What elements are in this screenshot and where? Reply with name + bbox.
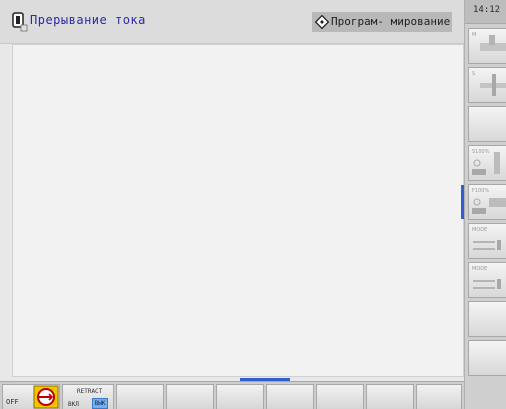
sidebar-button-m[interactable]: M <box>468 28 506 64</box>
main-work-area <box>12 44 464 377</box>
sidebar-button-feed-override[interactable]: F100% <box>468 184 506 220</box>
sidebar-button-mode-2[interactable]: MODE <box>468 262 506 298</box>
program-mode[interactable]: Програм- мирование <box>312 12 452 32</box>
clock: 14:12 <box>465 0 506 24</box>
softkey-on-label: ВКЛ <box>68 401 79 408</box>
softkey-retract-label: RETRACT <box>77 388 103 395</box>
operating-mode: Прерывание тока <box>0 0 312 44</box>
softkey-7[interactable] <box>316 384 364 409</box>
sidebar-button-3[interactable] <box>468 106 506 142</box>
spindle-s-icon <box>480 74 506 96</box>
right-sidebar: 14:12 M S S100% F100% MODE MODE <box>464 0 506 409</box>
softkey-retract-off[interactable]: OFF <box>2 384 60 409</box>
softkey-5[interactable] <box>216 384 264 409</box>
softkey-8[interactable] <box>366 384 414 409</box>
spindle-override-icon <box>472 152 500 175</box>
retract-icon <box>33 385 59 409</box>
softkey-off-label: OFF <box>6 398 19 406</box>
softkey-off-toggle[interactable]: ВЫК <box>92 398 108 409</box>
mode-icon <box>473 240 501 250</box>
program-mode-title: Програм- мирование <box>331 15 451 28</box>
softkey-4[interactable] <box>166 384 214 409</box>
spindle-m-icon <box>480 35 506 51</box>
sidebar-button-8[interactable] <box>468 301 506 337</box>
sidebar-button-s[interactable]: S <box>468 67 506 103</box>
clock-time: 14:12 <box>473 5 501 15</box>
sidebar-button-spindle-override[interactable]: S100% <box>468 145 506 181</box>
sidebar-button-mode-1[interactable]: MODE <box>468 223 506 259</box>
sidebar-button-9[interactable] <box>468 340 506 376</box>
operating-mode-title: Прерывание тока <box>30 13 146 27</box>
softkey-6[interactable] <box>266 384 314 409</box>
mode-icon <box>473 279 501 289</box>
softkey-retract[interactable]: RETRACT ВКЛ ВЫК <box>62 384 114 409</box>
programming-diamond-icon <box>315 15 329 29</box>
sidebar-active-indicator <box>461 185 464 219</box>
feed-override-icon <box>472 198 506 214</box>
softkey-9[interactable] <box>416 384 462 409</box>
power-plug-icon <box>12 12 28 32</box>
softkey-3[interactable] <box>116 384 164 409</box>
softkey-bar: OFF RETRACT ВКЛ ВЫК <box>0 381 464 409</box>
header-bar: Прерывание тока Програм- мирование <box>0 0 464 44</box>
